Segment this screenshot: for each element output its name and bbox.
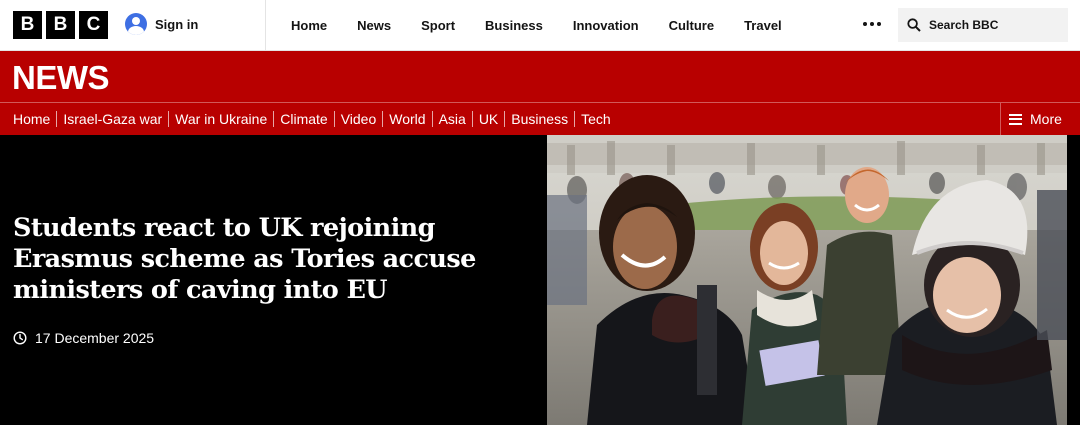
header-divider (265, 0, 266, 51)
subnav-separator (431, 111, 433, 127)
hero-image[interactable] (547, 135, 1067, 425)
subnav-world[interactable]: World (389, 111, 425, 127)
subnav-separator (504, 111, 506, 127)
hero-story: Students react to UK rejoining Erasmus s… (0, 135, 1080, 425)
subnav-home[interactable]: Home (13, 111, 50, 127)
subnav-tech[interactable]: Tech (581, 111, 611, 127)
news-section-header: NEWS Home Israel-Gaza war War in Ukraine… (0, 51, 1080, 135)
subnav-business[interactable]: Business (511, 111, 568, 127)
global-nav-travel[interactable]: Travel (729, 18, 797, 33)
subnav-climate[interactable]: Climate (280, 111, 327, 127)
news-wordmark[interactable]: NEWS (12, 59, 110, 97)
search-label: Search BBC (929, 18, 999, 32)
subnav-war-in-ukraine[interactable]: War in Ukraine (175, 111, 267, 127)
subnav-more-button[interactable]: More (1000, 103, 1080, 135)
subnav-separator (333, 111, 335, 127)
subnav-separator (574, 111, 576, 127)
logo-letter-c: C (79, 11, 108, 39)
news-subnav: Home Israel-Gaza war War in Ukraine Clim… (0, 103, 611, 135)
subnav-israel-gaza-war[interactable]: Israel-Gaza war (63, 111, 162, 127)
global-nav-business[interactable]: Business (470, 18, 558, 33)
bbc-logo[interactable]: B B C (13, 11, 108, 39)
subnav-separator (471, 111, 473, 127)
logo-letter-b2: B (46, 11, 75, 39)
students-photo-illustration (547, 135, 1067, 425)
sign-in-label: Sign in (155, 16, 199, 32)
subnav-asia[interactable]: Asia (439, 111, 466, 127)
subnav-separator (168, 111, 170, 127)
menu-icon (1009, 113, 1022, 125)
page-edge-strip (1067, 135, 1080, 425)
global-nav: Home News Sport Business Innovation Cult… (276, 0, 797, 51)
account-icon (125, 13, 147, 35)
global-nav-home[interactable]: Home (276, 18, 342, 33)
clock-icon (13, 331, 27, 345)
subnav-uk[interactable]: UK (479, 111, 498, 127)
hero-date: 17 December 2025 (35, 330, 155, 346)
more-label: More (1030, 111, 1062, 127)
subnav-separator (382, 111, 384, 127)
search-icon (907, 18, 921, 32)
sign-in-button[interactable]: Sign in (125, 13, 198, 35)
hero-headline[interactable]: Students react to UK rejoining Erasmus s… (13, 213, 533, 306)
subnav-separator (273, 111, 275, 127)
hero-dateline: 17 December 2025 (13, 330, 154, 346)
global-header: B B C Sign in Home News Sport Business I… (0, 0, 1080, 51)
global-nav-innovation[interactable]: Innovation (558, 18, 654, 33)
global-nav-news[interactable]: News (342, 18, 406, 33)
logo-letter-b1: B (13, 11, 42, 39)
subnav-video[interactable]: Video (341, 111, 377, 127)
subnav-separator (56, 111, 58, 127)
global-nav-culture[interactable]: Culture (654, 18, 730, 33)
more-dots-icon[interactable] (862, 14, 882, 39)
global-nav-sport[interactable]: Sport (406, 18, 470, 33)
search-bbc-button[interactable]: Search BBC (898, 8, 1068, 42)
